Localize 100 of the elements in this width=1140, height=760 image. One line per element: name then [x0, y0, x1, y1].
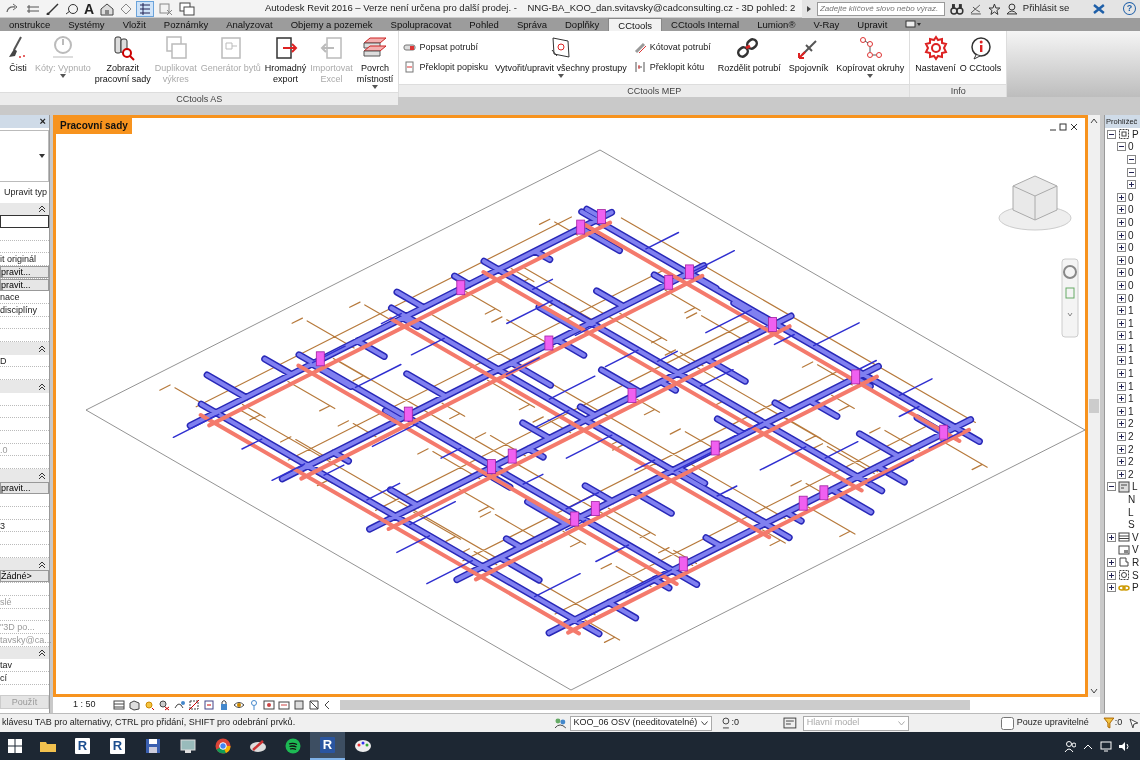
house-icon[interactable] — [99, 1, 116, 16]
collapse-icon[interactable] — [1117, 142, 1127, 152]
network-icon[interactable] — [1100, 739, 1112, 753]
ribbon-button[interactable]: Hromadný export — [263, 33, 308, 85]
editing-requests-icon[interactable] — [719, 717, 732, 729]
ribbon-tab[interactable]: CCtools Internal — [662, 18, 749, 31]
expand-icon[interactable] — [1117, 394, 1127, 404]
sign-in-link[interactable]: Přihlásit se — [1022, 1, 1070, 16]
ribbon-tab[interactable]: Spolupracovat — [381, 18, 461, 31]
ribbon-tab[interactable]: Lumion® — [748, 18, 805, 31]
workset-dropdown[interactable]: KOO_06 OSV (needitovatelné) — [569, 715, 712, 731]
crop-region-icon[interactable] — [202, 699, 215, 711]
input-field[interactable] — [0, 215, 49, 228]
shadow-icon[interactable] — [157, 699, 170, 711]
ribbon-tab[interactable]: Poznámky — [154, 18, 218, 31]
switch-windows-icon[interactable] — [179, 1, 198, 16]
tree-item[interactable]: L — [1132, 479, 1138, 495]
expand-icon[interactable] — [1107, 583, 1117, 593]
view-scale[interactable]: 1 : 50 — [73, 698, 96, 712]
ribbon-button[interactable]: Překlopit kótu — [633, 60, 711, 74]
collapse-icon[interactable] — [38, 559, 46, 569]
expand-icon[interactable] — [806, 4, 812, 13]
expand-icon[interactable] — [1117, 356, 1127, 366]
hide-icon[interactable] — [232, 699, 245, 711]
text-tool[interactable]: A — [84, 1, 95, 16]
collapse-icon[interactable] — [1107, 129, 1117, 139]
tree-item[interactable]: 0 — [1128, 139, 1134, 155]
redo-icon[interactable] — [4, 2, 20, 15]
expand-icon[interactable] — [1117, 419, 1127, 429]
ribbon-button[interactable]: Kopírovat okruhy — [835, 33, 906, 81]
filter-icon[interactable] — [1102, 717, 1115, 729]
collapse-icon[interactable] — [1127, 155, 1137, 164]
scroll-left-icon[interactable] — [322, 700, 331, 710]
ribbon-tab[interactable]: onstrukce — [0, 18, 60, 31]
tree-item[interactable]: P — [1132, 580, 1139, 596]
scroll-up-icon[interactable] — [1090, 118, 1099, 124]
expand-icon[interactable] — [1107, 570, 1117, 580]
analysis-icon[interactable] — [277, 699, 290, 711]
ribbon-tab[interactable]: Vložit — [113, 18, 155, 31]
collapse-icon[interactable] — [38, 381, 46, 391]
expand-icon[interactable] — [1107, 532, 1117, 542]
ribbon-tab[interactable]: Upravit — [848, 18, 897, 31]
ribbon-button[interactable]: Kótovat potrubí — [633, 41, 711, 55]
select-links-icon[interactable] — [1128, 717, 1140, 729]
ribbon-button[interactable]: Popsat potrubí — [403, 41, 488, 55]
expand-icon[interactable] — [1117, 306, 1127, 316]
ribbon-button[interactable]: Rozdělit potrubí — [716, 33, 782, 74]
expand-icon[interactable] — [1117, 255, 1127, 265]
people-icon[interactable] — [1064, 739, 1076, 753]
tree-item[interactable]: 0 — [1128, 189, 1134, 205]
expand-icon[interactable] — [1117, 268, 1127, 278]
expand-icon[interactable] — [1117, 293, 1127, 303]
render-icon[interactable] — [172, 699, 185, 711]
expand-icon[interactable] — [1117, 469, 1127, 479]
exchange-icon[interactable] — [1092, 2, 1107, 15]
start-icon[interactable] — [8, 739, 22, 753]
expand-icon[interactable] — [1117, 192, 1127, 202]
ribbon-tab[interactable]: Pohled — [460, 18, 508, 31]
ribbon-tab[interactable]: Analyzovat — [217, 18, 282, 31]
ribbon-tab[interactable]: Objemy a pozemek — [281, 18, 382, 31]
ribbon-button[interactable]: Vytvořit/upravit všechny prostupy — [493, 33, 628, 81]
binoculars-icon[interactable] — [950, 2, 965, 15]
tree-item[interactable]: L — [1128, 504, 1134, 520]
search-field[interactable]: Zadejte klíčové slovo nebo výraz. — [816, 1, 946, 16]
taskbar-app[interactable]: R — [100, 732, 135, 760]
collapse-icon[interactable] — [1107, 482, 1117, 492]
expand-icon[interactable] — [1117, 230, 1127, 240]
tree-item[interactable]: V — [1132, 529, 1139, 545]
expand-icon[interactable] — [1117, 432, 1127, 442]
expand-icon[interactable] — [1117, 280, 1127, 290]
tree-item[interactable]: 0 — [1128, 290, 1134, 306]
tree-item[interactable]: 1 — [1128, 353, 1134, 369]
window-controls-icon[interactable] — [1049, 123, 1080, 131]
tree-item[interactable]: S — [1132, 567, 1139, 583]
crop-icon[interactable] — [187, 699, 200, 711]
ribbon-tab[interactable]: Systémy — [59, 18, 114, 31]
section-icon[interactable] — [120, 2, 133, 15]
ribbon-button[interactable]: Překlopit popisku — [403, 60, 488, 74]
scroll-thumb[interactable] — [339, 700, 970, 710]
ribbon-button[interactable]: Spojovník — [787, 33, 830, 74]
collapse-icon[interactable] — [38, 204, 46, 214]
close-windows-icon[interactable] — [158, 1, 175, 16]
expand-icon[interactable] — [1117, 369, 1127, 379]
expand-icon[interactable] — [1127, 180, 1137, 190]
collapse-icon[interactable] — [38, 470, 46, 480]
star-icon[interactable] — [988, 2, 1001, 15]
tree-item[interactable]: N — [1128, 492, 1136, 507]
expand-icon[interactable] — [1117, 444, 1127, 454]
measure-icon[interactable] — [46, 2, 60, 15]
expand-icon[interactable] — [1107, 558, 1117, 567]
ribbon-button[interactable]: Povrch místností — [355, 33, 395, 92]
ribbon-button[interactable]: Nastavení — [914, 33, 957, 74]
tree-item[interactable]: S — [1128, 517, 1135, 533]
constraints-icon[interactable] — [292, 699, 305, 711]
tree-item[interactable]: 0 — [1128, 227, 1134, 243]
expand-icon[interactable] — [1117, 318, 1127, 328]
expand-icon[interactable] — [1117, 217, 1127, 227]
align-icon[interactable] — [25, 2, 41, 15]
ribbon-button[interactable]: Čisti — [4, 33, 32, 74]
ribbon-button[interactable]: Zobrazit pracovní sady — [93, 33, 152, 85]
